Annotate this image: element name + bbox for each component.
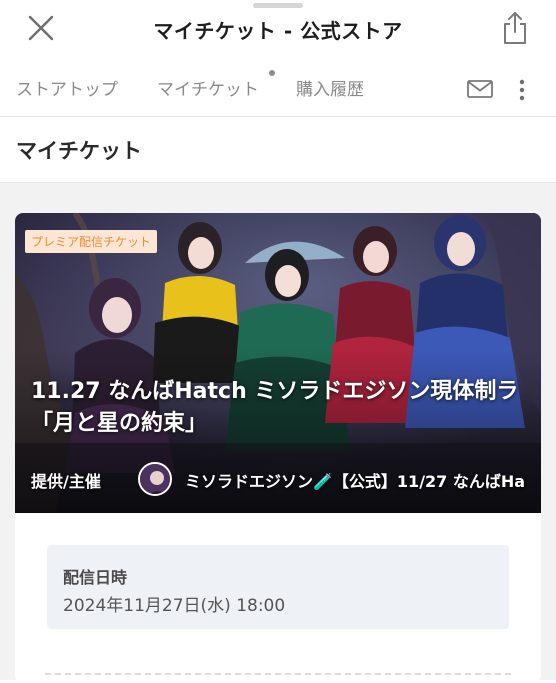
stream-date-label: 配信日時 xyxy=(63,568,128,587)
event-title-line1: 11.27 なんばHatch ミソラドエジソン現体制ラ xyxy=(31,379,519,404)
more-vertical-icon xyxy=(519,79,525,101)
mail-icon xyxy=(467,80,493,98)
tab-purchase-history[interactable]: 購入履歴 xyxy=(296,75,364,100)
share-button[interactable] xyxy=(500,10,530,46)
host-avatar xyxy=(138,462,172,496)
share-icon xyxy=(504,12,526,44)
host-label: 提供/主催 xyxy=(31,472,101,491)
ticket-perforation xyxy=(45,673,511,675)
mail-button[interactable] xyxy=(466,78,494,100)
host-row[interactable]: 提供/主催 ミソラドエジソン🧪【公式】11/27 なんばHa xyxy=(31,462,541,496)
more-menu-button[interactable] xyxy=(512,77,532,103)
nav-tabs: ストアトップ マイチケット 購入履歴 xyxy=(0,64,556,108)
ticket-card[interactable]: プレミア配信チケット 11.27 なんばHatch ミソラドエジソン現体制ラ 「… xyxy=(15,213,541,683)
ticket-banner-image: プレミア配信チケット 11.27 なんばHatch ミソラドエジソン現体制ラ 「… xyxy=(15,213,541,513)
divider xyxy=(0,116,556,117)
host-name: ミソラドエジソン🧪【公式】11/27 なんばHa xyxy=(185,472,526,491)
event-title: 11.27 なんばHatch ミソラドエジソン現体制ラ 「月と星の約束」 xyxy=(31,376,541,440)
ticket-type-badge: プレミア配信チケット xyxy=(25,230,158,253)
stream-date-box: 配信日時 2024年11月27日(水) 18:00 xyxy=(47,545,509,629)
section-title: マイチケット xyxy=(16,139,142,163)
event-title-line2: 「月と星の約束」 xyxy=(31,411,208,436)
tab-my-ticket[interactable]: マイチケット xyxy=(157,75,259,100)
notification-dot xyxy=(269,70,275,76)
page-title: マイチケット - 公式ストア xyxy=(153,19,403,43)
top-bar: マイチケット - 公式ストア xyxy=(0,0,556,60)
tab-store-top[interactable]: ストアトップ xyxy=(16,75,118,100)
stream-date-value: 2024年11月27日(水) 18:00 xyxy=(63,596,286,616)
